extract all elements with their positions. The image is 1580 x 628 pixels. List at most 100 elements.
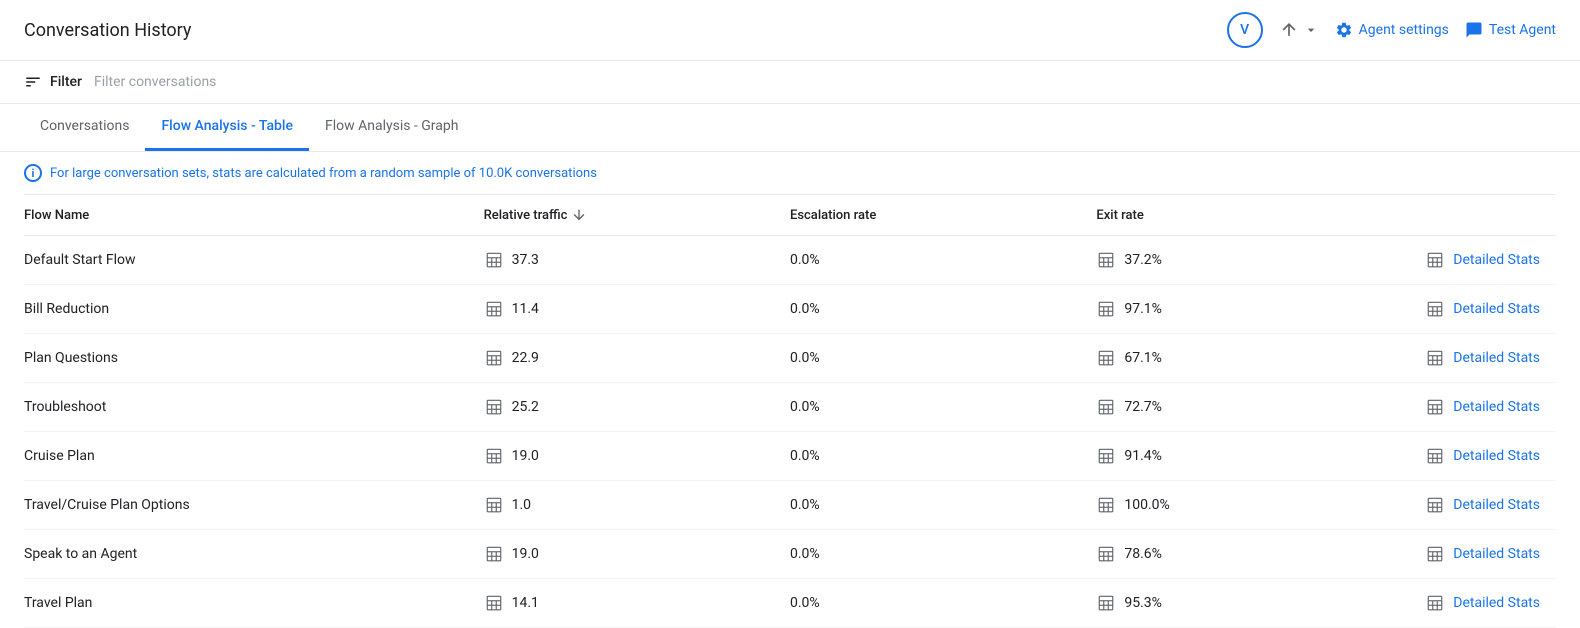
cell-relative-traffic: 1.0 (484, 481, 790, 530)
cell-exit-rate: 37.2% (1096, 236, 1402, 285)
table-row: Speak to an Agent 19.0 0.0% 78.6% Detail… (24, 530, 1556, 579)
col-header-exit-rate: Exit rate (1096, 195, 1402, 236)
table-icon-stats (1425, 446, 1445, 466)
cell-relative-traffic: 19.0 (484, 432, 790, 481)
table-row: Troubleshoot 25.2 0.0% 72.7% Detailed St… (24, 383, 1556, 432)
table-icon-exit (1096, 348, 1116, 368)
table-row: Bill Reduction 11.4 0.0% 97.1% Detailed … (24, 285, 1556, 334)
table-row: Default Start Flow 37.3 0.0% 37.2% Detai… (24, 236, 1556, 285)
cell-exit-rate: 100.0% (1096, 481, 1402, 530)
cell-detailed-stats[interactable]: Detailed Stats (1403, 481, 1556, 530)
agent-settings-label: Agent settings (1359, 22, 1449, 38)
header-actions: V Agent settings Test Agent (1227, 12, 1556, 48)
tab-conversations[interactable]: Conversations (24, 104, 145, 151)
filter-icon (24, 73, 42, 91)
cell-exit-rate: 95.3% (1096, 579, 1402, 628)
gear-icon (1335, 21, 1353, 39)
cell-escalation-rate: 0.0% (790, 334, 1096, 383)
table-icon-traffic (484, 348, 504, 368)
table-icon-traffic (484, 544, 504, 564)
filter-placeholder: Filter conversations (94, 74, 216, 90)
page-title: Conversation History (24, 20, 191, 41)
table-icon-stats (1425, 544, 1445, 564)
cell-escalation-rate: 0.0% (790, 530, 1096, 579)
cell-relative-traffic: 22.9 (484, 334, 790, 383)
table-row: Plan Questions 22.9 0.0% 67.1% Detailed … (24, 334, 1556, 383)
test-agent-label: Test Agent (1489, 22, 1556, 38)
table-icon-exit (1096, 544, 1116, 564)
sort-down-icon (571, 207, 587, 223)
detailed-stats-link[interactable]: Detailed Stats (1453, 497, 1540, 513)
cell-flow-name: Travel/Cruise Plan Options (24, 481, 484, 530)
table-icon-stats (1425, 593, 1445, 613)
cell-flow-name: Speak to an Agent (24, 530, 484, 579)
filter-label-wrap: Filter (24, 73, 82, 91)
cell-flow-name: Troubleshoot (24, 383, 484, 432)
info-text: For large conversation sets, stats are c… (50, 166, 597, 181)
table-icon-traffic (484, 250, 504, 270)
filter-label: Filter (50, 74, 82, 90)
tabs-bar: Conversations Flow Analysis - Table Flow… (0, 104, 1580, 152)
detailed-stats-link[interactable]: Detailed Stats (1453, 546, 1540, 562)
table-icon-stats (1425, 348, 1445, 368)
table-row: Travel/Cruise Plan Options 1.0 0.0% 100.… (24, 481, 1556, 530)
cell-detailed-stats[interactable]: Detailed Stats (1403, 579, 1556, 628)
cell-detailed-stats[interactable]: Detailed Stats (1403, 383, 1556, 432)
cell-relative-traffic: 19.0 (484, 530, 790, 579)
detailed-stats-link[interactable]: Detailed Stats (1453, 399, 1540, 415)
cell-escalation-rate: 0.0% (790, 579, 1096, 628)
table-icon-exit (1096, 397, 1116, 417)
tab-flow-analysis-table[interactable]: Flow Analysis - Table (145, 104, 309, 151)
chat-icon (1465, 21, 1483, 39)
cell-detailed-stats[interactable]: Detailed Stats (1403, 334, 1556, 383)
cell-flow-name: Travel Plan (24, 579, 484, 628)
test-agent-link[interactable]: Test Agent (1465, 21, 1556, 39)
table-icon-traffic (484, 593, 504, 613)
cell-escalation-rate: 0.0% (790, 236, 1096, 285)
table-icon-traffic (484, 495, 504, 515)
top-header: Conversation History V Agent settings Te… (0, 0, 1580, 61)
sort-button[interactable] (1279, 20, 1319, 40)
flow-analysis-table: Flow Name Relative traffic Escalation ra… (0, 194, 1580, 628)
cell-relative-traffic: 25.2 (484, 383, 790, 432)
cell-exit-rate: 78.6% (1096, 530, 1402, 579)
detailed-stats-link[interactable]: Detailed Stats (1453, 252, 1540, 268)
table-icon-exit (1096, 299, 1116, 319)
cell-relative-traffic: 37.3 (484, 236, 790, 285)
cell-flow-name: Default Start Flow (24, 236, 484, 285)
cell-detailed-stats[interactable]: Detailed Stats (1403, 530, 1556, 579)
info-icon: i (24, 164, 42, 182)
cell-detailed-stats[interactable]: Detailed Stats (1403, 236, 1556, 285)
cell-exit-rate: 97.1% (1096, 285, 1402, 334)
table-icon-exit (1096, 446, 1116, 466)
filter-bar: Filter Filter conversations (0, 61, 1580, 104)
col-header-flow-name: Flow Name (24, 195, 484, 236)
tab-flow-analysis-graph[interactable]: Flow Analysis - Graph (309, 104, 475, 151)
cell-exit-rate: 67.1% (1096, 334, 1402, 383)
agent-settings-link[interactable]: Agent settings (1335, 21, 1449, 39)
detailed-stats-link[interactable]: Detailed Stats (1453, 301, 1540, 317)
table-header-row: Flow Name Relative traffic Escalation ra… (24, 195, 1556, 236)
cell-detailed-stats[interactable]: Detailed Stats (1403, 432, 1556, 481)
cell-escalation-rate: 0.0% (790, 481, 1096, 530)
table-icon-exit (1096, 495, 1116, 515)
info-banner: i For large conversation sets, stats are… (0, 152, 1580, 194)
table-icon-exit (1096, 593, 1116, 613)
cell-detailed-stats[interactable]: Detailed Stats (1403, 285, 1556, 334)
table-row: Cruise Plan 19.0 0.0% 91.4% Detailed Sta… (24, 432, 1556, 481)
user-avatar[interactable]: V (1227, 12, 1263, 48)
cell-relative-traffic: 14.1 (484, 579, 790, 628)
detailed-stats-link[interactable]: Detailed Stats (1453, 595, 1540, 611)
col-header-relative-traffic[interactable]: Relative traffic (484, 195, 790, 236)
detailed-stats-link[interactable]: Detailed Stats (1453, 350, 1540, 366)
table-icon-traffic (484, 397, 504, 417)
table-icon-stats (1425, 495, 1445, 515)
table-icon-stats (1425, 250, 1445, 270)
detailed-stats-link[interactable]: Detailed Stats (1453, 448, 1540, 464)
table-row: Travel Plan 14.1 0.0% 95.3% Detailed Sta… (24, 579, 1556, 628)
cell-escalation-rate: 0.0% (790, 432, 1096, 481)
col-header-actions (1403, 195, 1556, 236)
cell-exit-rate: 91.4% (1096, 432, 1402, 481)
col-header-escalation-rate: Escalation rate (790, 195, 1096, 236)
table-icon-traffic (484, 446, 504, 466)
